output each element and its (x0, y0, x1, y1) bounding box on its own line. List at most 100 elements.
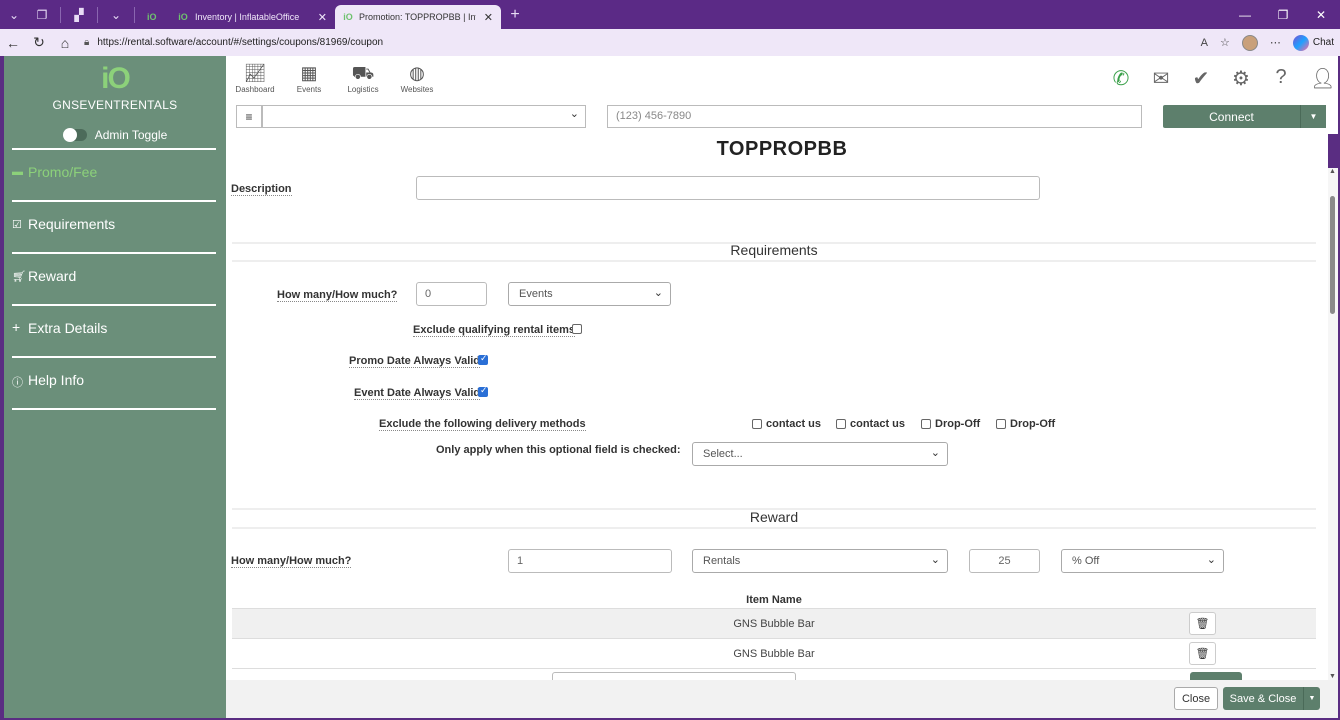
scroll-up-icon[interactable]: ▲ (1329, 168, 1336, 175)
browser-tab-0[interactable]: iO (139, 5, 169, 29)
tab-actions-icon[interactable]: ⌄ (0, 0, 28, 29)
connect-button[interactable]: Connect (1163, 105, 1300, 128)
minimize-icon[interactable]: — (1226, 8, 1264, 22)
connect-dropdown-icon[interactable]: ▼ (1300, 105, 1326, 128)
delivery-checkbox[interactable] (836, 419, 846, 429)
sidebar-item-requirements[interactable]: ☑ Requirements (4, 202, 226, 246)
delete-item-button[interactable]: 🗑︎ (1189, 642, 1216, 665)
nav-logistics[interactable]: ⛟ Logistics (338, 63, 388, 94)
delivery-checkbox[interactable] (752, 419, 762, 429)
delivery-method-3[interactable]: Drop-Off (996, 418, 1055, 430)
reward-amount-input[interactable]: 25 (969, 549, 1040, 573)
table-row: GNS Bubble Bar 🗑︎ (232, 608, 1316, 638)
logo-mark: iO (101, 62, 131, 95)
description-label: Description (231, 183, 292, 196)
req-quantity-input[interactable]: 0 (416, 282, 487, 306)
nav-websites[interactable]: ◍ Websites (392, 63, 442, 94)
divider (12, 408, 216, 410)
gear-icon[interactable]: ⚙ (1230, 66, 1252, 91)
read-aloud-icon[interactable]: A (1201, 37, 1208, 49)
delivery-checkbox[interactable] (921, 419, 931, 429)
sidebar-item-reward[interactable]: 🛒︎ Reward (4, 254, 226, 298)
add-item-input[interactable] (552, 672, 796, 680)
event-date-label: Event Date Always Valid (354, 387, 481, 400)
optional-field-label: Only apply when this optional field is c… (436, 444, 681, 456)
optional-field-select[interactable]: Select... (692, 442, 948, 466)
table-row (232, 668, 1316, 680)
checkmark-icon[interactable]: ✔ (1190, 66, 1212, 91)
restore-icon[interactable]: ❐ (1264, 8, 1302, 22)
toggle-switch[interactable] (62, 128, 87, 142)
account-select[interactable] (262, 105, 586, 128)
nav-events[interactable]: ▦ Events (284, 63, 334, 94)
add-item-button[interactable] (1190, 672, 1242, 680)
trash-icon: 🗑︎ (1195, 618, 1210, 630)
favorite-star-icon[interactable]: ☆ (1220, 36, 1230, 49)
scroll-down-icon[interactable]: ▼ (1329, 673, 1336, 680)
admin-toggle[interactable]: Admin Toggle (4, 128, 226, 142)
company-logo: iO GNSEVENTRENTALS (4, 56, 226, 113)
menu-icon[interactable]: ≡ (236, 105, 262, 128)
save-dropdown-icon[interactable]: ▼ (1303, 687, 1320, 710)
req-unit-select[interactable]: Events (508, 282, 671, 306)
pinned-tab-icon-2[interactable]: ⌄ (102, 0, 130, 29)
nav-dashboard[interactable]: 📈︎ Dashboard (230, 63, 280, 94)
sidebar-item-promo-fee[interactable]: ▬ Promo/Fee (4, 150, 226, 194)
exclude-delivery-label: Exclude the following delivery methods (379, 418, 586, 431)
sidebar-item-extra-details[interactable]: + Extra Details (4, 306, 226, 350)
address-bar: ← ↻ ⌂ 🔒︎ https://rental.software/account… (0, 29, 1340, 56)
close-button[interactable]: Close (1174, 687, 1218, 710)
delivery-method-0[interactable]: contact us (752, 418, 821, 430)
check-square-icon: ☑ (12, 219, 22, 231)
user-icon[interactable]: 👤︎ (1310, 66, 1335, 91)
truck-icon: ⛟ (351, 62, 375, 83)
plus-icon: + (12, 319, 21, 335)
mail-icon[interactable]: ✉ (1150, 66, 1172, 91)
io-favicon-icon: iO (343, 12, 353, 22)
delivery-method-1[interactable]: contact us (836, 418, 905, 430)
requirements-heading: Requirements (232, 242, 1316, 262)
event-date-checkbox[interactable] (478, 385, 488, 397)
reward-type-select[interactable]: % Off (1061, 549, 1224, 573)
new-tab-icon[interactable]: + (501, 0, 529, 29)
sidebar: iO GNSEVENTRENTALS Admin Toggle ▬ Promo/… (4, 56, 226, 718)
table-row: GNS Bubble Bar 🗑︎ (232, 638, 1316, 668)
phone-input[interactable]: (123) 456-7890 (607, 105, 1142, 128)
window-controls: — ❐ ✕ (1226, 8, 1340, 22)
description-input[interactable] (416, 176, 1040, 200)
reward-unit-select[interactable]: Rentals (692, 549, 948, 573)
item-name-header: Item Name (746, 594, 802, 606)
pinned-tab-icon[interactable]: ▞ (65, 0, 93, 29)
browser-tab-inventory[interactable]: iO Inventory | InflatableOffice ✕ (169, 5, 335, 29)
promo-date-checkbox[interactable] (478, 353, 488, 365)
item-name: GNS Bubble Bar (733, 617, 815, 630)
more-options-icon[interactable]: ⋯ (1270, 36, 1281, 49)
scroll-thumb[interactable] (1330, 196, 1335, 314)
refresh-icon[interactable]: ↻ (26, 34, 52, 51)
exclude-items-checkbox[interactable] (572, 324, 582, 334)
close-tab-icon[interactable]: ✕ (310, 11, 327, 24)
chart-icon: 📈︎ (243, 62, 267, 83)
company-name: GNSEVENTRENTALS (52, 98, 178, 112)
reward-quantity-input[interactable]: 1 (508, 549, 672, 573)
delete-item-button[interactable]: 🗑︎ (1189, 612, 1216, 635)
delivery-method-2[interactable]: Drop-Off (921, 418, 980, 430)
browser-tab-promotion[interactable]: iO Promotion: TOPPROPBB | Inflatabl ✕ (335, 5, 501, 29)
profile-avatar[interactable] (1241, 34, 1258, 51)
save-close-button[interactable]: Save & Close (1223, 687, 1303, 710)
delivery-checkbox[interactable] (996, 419, 1006, 429)
close-tab-icon[interactable]: ✕ (476, 11, 493, 24)
browser-tab-bar: ⌄ ❐ ▞ ⌄ iO iO Inventory | InflatableOffi… (0, 0, 1340, 29)
exclude-items-label: Exclude qualifying rental items (413, 324, 575, 337)
sidebar-item-help-info[interactable]: ⓘ Help Info (4, 358, 226, 402)
money-icon: ▬ (12, 166, 23, 178)
back-icon[interactable]: ← (0, 35, 26, 51)
phone-icon[interactable]: ✆ (1110, 66, 1132, 91)
url-field[interactable]: 🔒︎ https://rental.software/account/#/set… (84, 37, 1201, 48)
home-icon[interactable]: ⌂ (52, 35, 78, 51)
chat-button[interactable]: Chat (1292, 34, 1334, 51)
close-window-icon[interactable]: ✕ (1302, 8, 1340, 22)
content-scrollbar[interactable]: ▲ ▼ (1328, 168, 1338, 680)
workspaces-icon[interactable]: ❐ (28, 0, 56, 29)
help-icon[interactable]: ? (1270, 66, 1292, 91)
